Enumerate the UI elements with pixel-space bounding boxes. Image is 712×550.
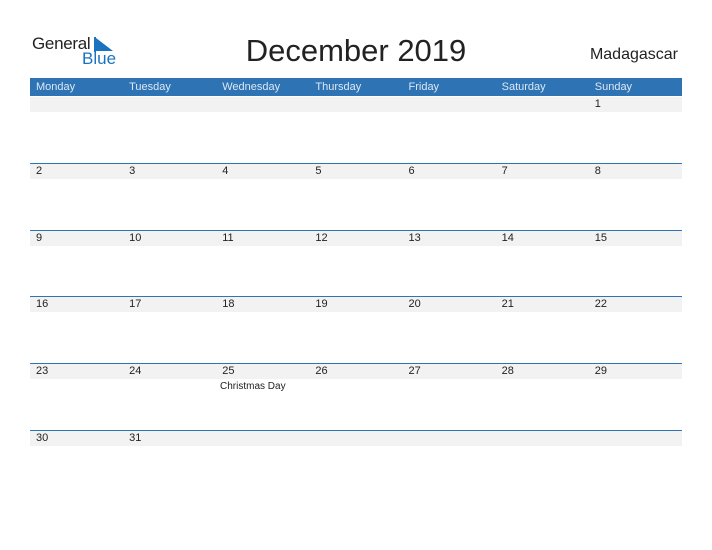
day-cell: 14 — [501, 232, 514, 244]
day-cell: 16 — [36, 298, 49, 310]
day-cell: 12 — [315, 232, 328, 244]
calendar-week-row: 1 — [30, 96, 682, 112]
day-cell: 2 — [36, 165, 43, 177]
day-cell — [309, 431, 402, 446]
weekday-header: Monday Tuesday Wednesday Thursday Friday… — [30, 78, 682, 96]
country-label: Madagascar — [589, 46, 678, 63]
day-cell: 8 — [594, 165, 601, 177]
day-cell — [589, 431, 682, 446]
day-cell: 6 — [408, 165, 415, 177]
day-cell: 25 — [222, 365, 235, 377]
day-cell — [496, 97, 589, 112]
day-cell: 23 — [36, 365, 49, 377]
day-cell: 17 — [129, 298, 142, 310]
week-date-band: 23 24 25 26 27 28 29 — [30, 364, 682, 379]
day-cell: 18 — [222, 298, 235, 310]
calendar-week-row: 2 3 4 5 6 7 8 — [30, 163, 682, 179]
day-cell: 13 — [408, 232, 421, 244]
day-cell — [403, 431, 496, 446]
weekday-tuesday: Tuesday — [129, 81, 171, 93]
week-date-band: 30 31 — [30, 431, 682, 446]
day-cell: 4 — [222, 165, 229, 177]
day-cell — [309, 97, 402, 112]
day-cell: 9 — [36, 232, 43, 244]
day-cell — [123, 97, 216, 112]
day-cell: 11 — [222, 232, 234, 244]
calendar-week-row: 30 31 — [30, 430, 682, 446]
day-cell: 21 — [501, 298, 514, 310]
week-date-band: 9 10 11 12 13 14 15 — [30, 231, 682, 246]
day-cell — [496, 431, 589, 446]
day-cell: 30 — [36, 432, 49, 444]
day-cell — [216, 431, 309, 446]
week-date-band: 16 17 18 19 20 21 22 — [30, 297, 682, 312]
day-cell: 3 — [129, 165, 136, 177]
weekday-monday: Monday — [36, 81, 76, 93]
day-cell: 22 — [594, 298, 607, 310]
calendar-week-row: 9 10 11 12 13 14 15 — [30, 230, 682, 246]
holiday-christmas-day: Christmas Day — [220, 381, 286, 392]
week-date-band: 2 3 4 5 6 7 8 — [30, 164, 682, 179]
day-cell: 27 — [408, 365, 421, 377]
day-cell: 31 — [129, 432, 142, 444]
day-cell — [403, 97, 496, 112]
day-cell — [30, 97, 123, 112]
week-date-band: 1 — [30, 97, 682, 112]
day-cell: 26 — [315, 365, 328, 377]
weekday-thursday: Thursday — [315, 81, 362, 93]
day-cell: 20 — [408, 298, 421, 310]
weekday-saturday: Saturday — [501, 81, 546, 93]
day-cell: 7 — [501, 165, 508, 177]
calendar-week-row: 16 17 18 19 20 21 22 — [30, 296, 682, 312]
weekday-sunday: Sunday — [594, 81, 633, 93]
day-cell: 5 — [315, 165, 322, 177]
weekday-friday: Friday — [408, 81, 440, 93]
day-cell: 29 — [594, 365, 607, 377]
calendar-week-row: 23 24 25 26 27 28 29 — [30, 363, 682, 379]
day-cell: 1 — [594, 98, 601, 110]
day-cell: 10 — [129, 232, 142, 244]
day-cell: 19 — [315, 298, 328, 310]
day-cell — [216, 97, 309, 112]
day-cell: 15 — [594, 232, 607, 244]
day-cell: 28 — [501, 365, 514, 377]
weekday-wednesday: Wednesday — [222, 81, 281, 93]
day-cell: 24 — [129, 365, 142, 377]
